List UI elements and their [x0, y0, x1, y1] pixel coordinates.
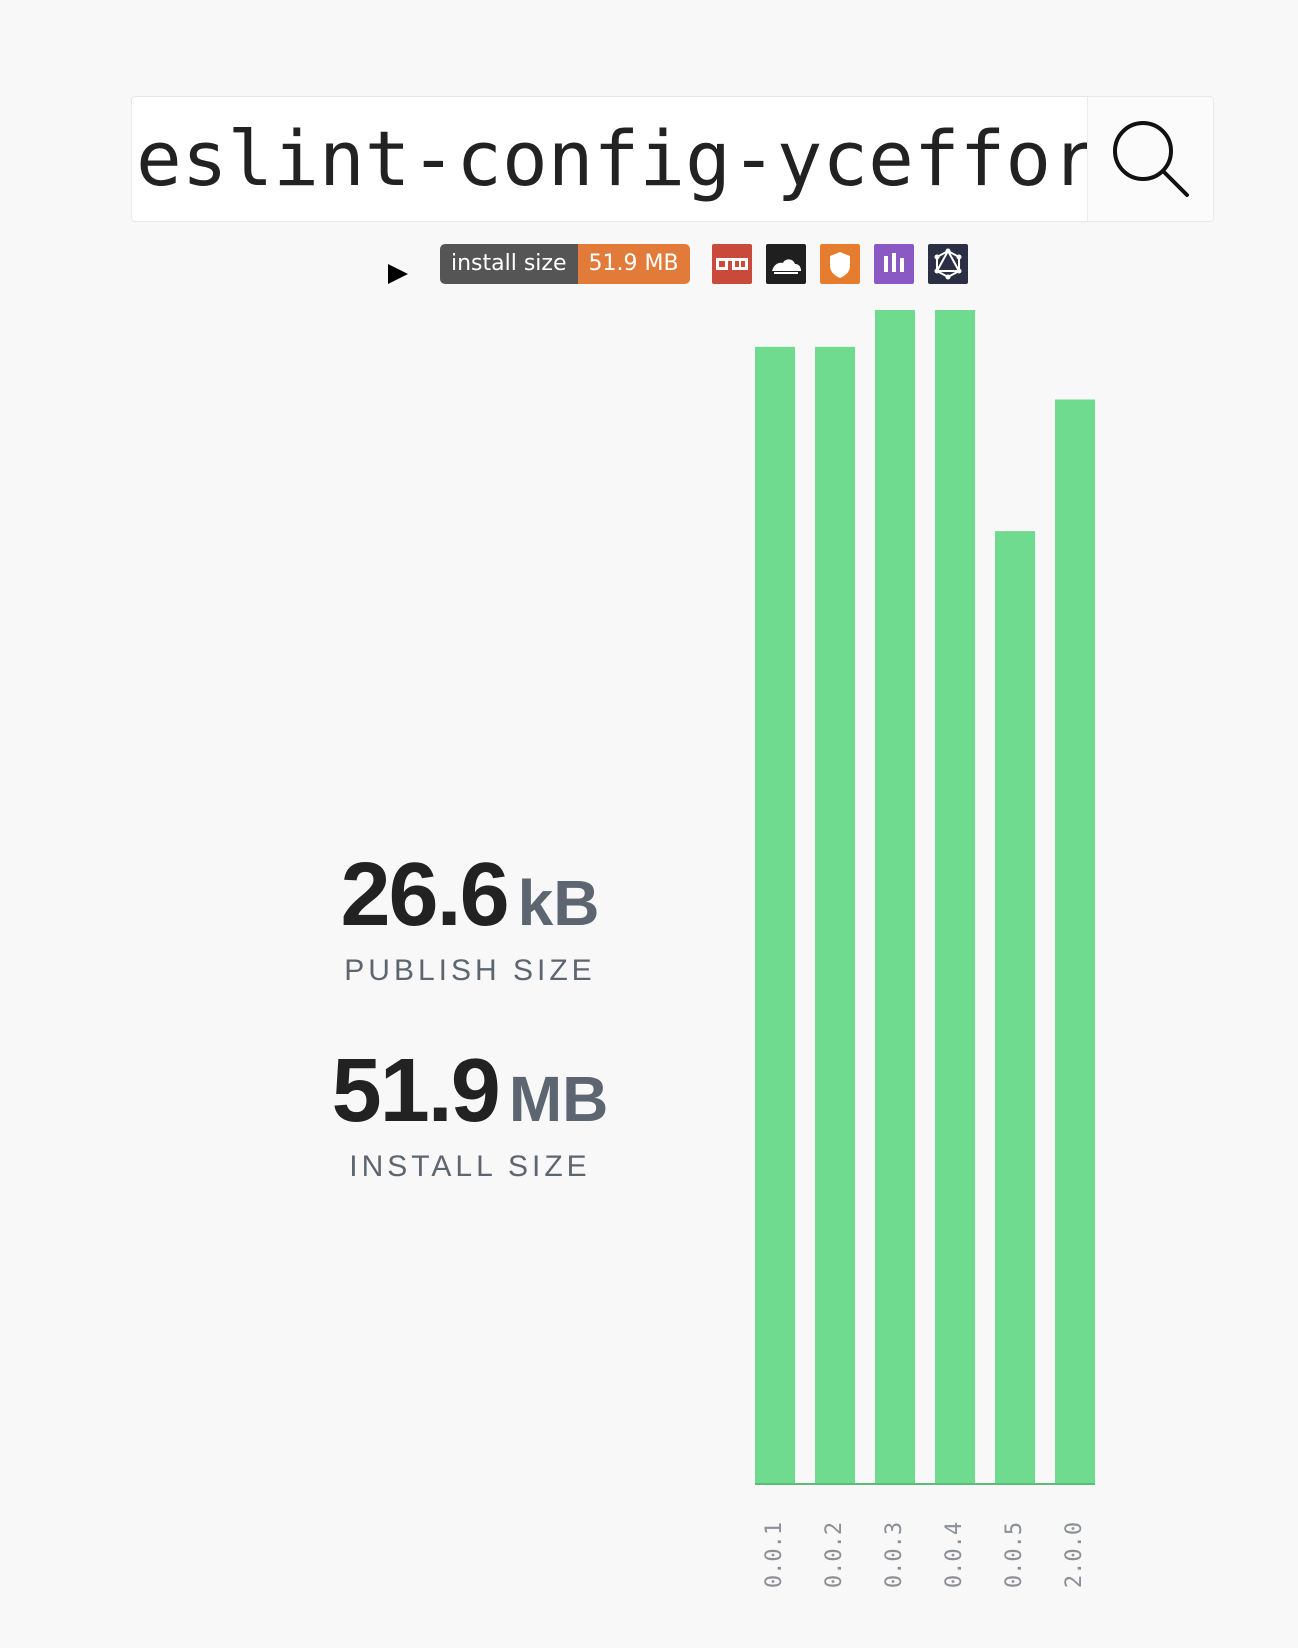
chart-tick-label: 2.0.0: [1062, 1522, 1087, 1588]
chart-tick-label: 0.0.1: [762, 1522, 787, 1588]
install-badge-value: 51.9 MB: [577, 244, 690, 284]
badge-row: install size 51.9 MB: [388, 244, 968, 284]
chart-bar[interactable]: [755, 346, 795, 1484]
install-badge-label: install size: [440, 244, 578, 284]
search-button[interactable]: [1087, 97, 1213, 221]
install-size-badge[interactable]: install size 51.9 MB: [440, 244, 690, 284]
search-input[interactable]: [132, 97, 1087, 221]
npm-icon[interactable]: [711, 244, 752, 284]
graphql-icon[interactable]: [927, 244, 968, 284]
install-size-value-row: 51.9 MB: [270, 1046, 670, 1136]
chart-tick-label: 0.0.5: [1002, 1522, 1027, 1588]
expand-triangle-icon[interactable]: [388, 264, 408, 284]
chart-bar[interactable]: [875, 310, 915, 1484]
install-size-number: 51.9: [331, 1041, 501, 1141]
install-size-unit: MB: [508, 1063, 609, 1135]
chart-tick-label: 0.0.4: [942, 1522, 967, 1588]
search-box: [131, 96, 1214, 222]
chart-bar[interactable]: [1055, 399, 1095, 1484]
publish-size-number: 26.6: [340, 845, 510, 945]
search-icon: [1113, 121, 1189, 197]
chart-tick-label: 0.0.2: [822, 1522, 847, 1588]
chart-bar[interactable]: [815, 346, 855, 1484]
install-size-stat: 51.9 MB INSTALL SIZE: [270, 1046, 670, 1184]
chart-tick-label: 0.0.3: [882, 1522, 907, 1588]
bundle-icon[interactable]: [873, 244, 914, 284]
publish-size-unit: kB: [517, 867, 600, 939]
publish-size-value-row: 26.6 kB: [270, 850, 670, 940]
install-size-label: INSTALL SIZE: [349, 1150, 591, 1183]
snyk-icon[interactable]: [819, 244, 860, 284]
cloudflare-icon[interactable]: [765, 244, 806, 284]
chart-bar[interactable]: [935, 310, 975, 1484]
publish-size-label: PUBLISH SIZE: [344, 954, 596, 987]
stats-panel: 26.6 kB PUBLISH SIZE 51.9 MB INSTALL SIZE: [270, 850, 670, 1242]
chart-bar[interactable]: [995, 531, 1035, 1484]
publish-size-stat: 26.6 kB PUBLISH SIZE: [270, 850, 670, 988]
